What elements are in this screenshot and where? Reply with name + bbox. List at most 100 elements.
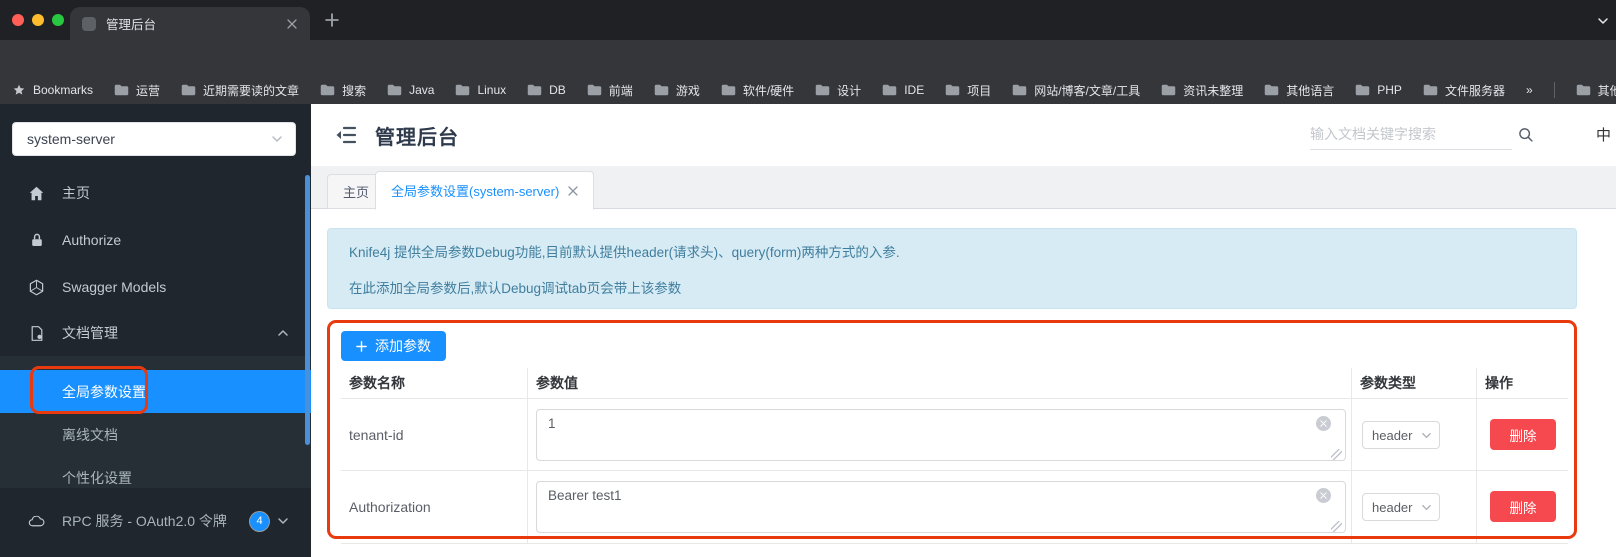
tab-close-icon[interactable] [284, 16, 300, 32]
tab-global-params[interactable]: 全局参数设置(system-server) [375, 171, 594, 210]
document-gear-icon [28, 325, 45, 342]
info-alert: Knife4j 提供全局参数Debug功能,目前默认提供header(请求头)、… [327, 228, 1577, 309]
folder-icon [882, 84, 897, 96]
alert-line: 在此添加全局参数后,默认Debug调试tab页会带上该参数 [349, 281, 1555, 297]
sidebar-item-offline-doc[interactable]: 离线文档 [0, 413, 311, 456]
folder-icon [1161, 84, 1176, 96]
model-hexagon-icon [28, 279, 45, 296]
delete-button[interactable]: 删除 [1490, 419, 1556, 450]
sidebar-scrollbar[interactable] [305, 175, 310, 445]
bookmarks-overflow-chevron[interactable]: » [1526, 83, 1533, 97]
clear-input-icon[interactable] [1316, 416, 1331, 431]
menu-fold-icon[interactable] [335, 125, 357, 145]
bookmark-folder[interactable]: 其他语言 [1264, 82, 1334, 99]
chevron-down-icon[interactable] [1596, 15, 1610, 27]
params-table: 参数名称 参数值 参数类型 操作 tenant-id 1 header [341, 368, 1568, 544]
count-badge: 4 [250, 512, 269, 531]
language-toggle[interactable]: 中 [1596, 124, 1611, 145]
bookmark-folder[interactable]: 前端 [587, 82, 633, 99]
main-header: 管理后台 中 [311, 104, 1616, 166]
lock-icon [28, 232, 45, 249]
screen: 管理后台 127.0.0.1:48080/doc.html#/documentM… [0, 0, 1616, 557]
add-param-button[interactable]: 添加参数 [341, 331, 446, 361]
browser-tab[interactable]: 管理后台 [70, 7, 310, 40]
browser-toolbar: 127.0.0.1:48080/doc.html#/documentManage… [0, 40, 1616, 76]
bookmark-item[interactable]: Bookmarks [12, 83, 93, 97]
folder-icon [114, 84, 129, 96]
delete-button[interactable]: 删除 [1490, 491, 1556, 522]
star-icon [12, 83, 26, 97]
bookmark-folder[interactable]: DB [527, 83, 566, 97]
doc-search-input[interactable] [1310, 118, 1512, 150]
folder-icon [815, 84, 830, 96]
bookmark-folder[interactable]: 资讯未整理 [1161, 82, 1243, 99]
close-icon[interactable] [568, 186, 578, 196]
bookmark-folder[interactable]: 运营 [114, 82, 160, 99]
table-row: Authorization Bearer test1 header 删除 [341, 471, 1568, 544]
new-tab-button[interactable] [324, 12, 340, 28]
traffic-minimize-button[interactable] [32, 14, 44, 26]
bookmark-folder[interactable]: 文件服务器 [1423, 82, 1505, 99]
bookmark-folder[interactable]: 项目 [945, 82, 991, 99]
chevron-down-icon [277, 515, 289, 527]
bookmark-folder[interactable]: IDE [882, 83, 924, 97]
folder-icon [654, 84, 669, 96]
search-icon[interactable] [1517, 126, 1534, 143]
col-header-name: 参数名称 [341, 368, 528, 398]
traffic-close-button[interactable] [12, 14, 24, 26]
bookmarks-divider [1554, 82, 1555, 98]
clear-input-icon[interactable] [1316, 488, 1331, 503]
folder-icon [1423, 84, 1438, 96]
param-type-select[interactable]: header [1362, 421, 1440, 449]
sidebar-item-authorize[interactable]: Authorize [0, 219, 311, 261]
param-type-select[interactable]: header [1362, 493, 1440, 521]
other-bookmarks-folder[interactable]: 其他书签 [1576, 82, 1616, 99]
bookmark-folder[interactable]: PHP [1355, 83, 1402, 97]
cloud-icon [28, 513, 45, 530]
sidebar-item-global-params[interactable]: 全局参数设置 [0, 370, 311, 413]
app-sidebar: system-server 主页 Authorize Swagger Model… [0, 104, 311, 557]
alert-line: Knife4j 提供全局参数Debug功能,目前默认提供header(请求头)、… [349, 245, 1555, 261]
bookmark-folder[interactable]: 软件/硬件 [721, 82, 794, 99]
bookmark-folder[interactable]: 搜索 [320, 82, 366, 99]
folder-icon [1264, 84, 1279, 96]
home-icon [28, 185, 45, 202]
table-header-row: 参数名称 参数值 参数类型 操作 [341, 368, 1568, 399]
bookmark-folder[interactable]: Linux [455, 83, 506, 97]
folder-icon [945, 84, 960, 96]
chevron-down-icon [271, 133, 283, 145]
doc-manager-submenu: 全局参数设置 离线文档 个性化设置 [0, 356, 311, 488]
bookmark-folder[interactable]: Java [387, 83, 434, 97]
col-header-type: 参数类型 [1352, 368, 1477, 398]
sidebar-item-swagger-models[interactable]: Swagger Models [0, 266, 311, 308]
browser-tabstrip: 管理后台 [0, 0, 1616, 40]
bookmark-folder[interactable]: 网站/博客/文章/工具 [1012, 82, 1140, 99]
sidebar-item-home[interactable]: 主页 [0, 172, 311, 214]
tab-favicon-icon [82, 17, 96, 31]
traffic-zoom-button[interactable] [52, 14, 64, 26]
folder-icon [721, 84, 736, 96]
chevron-down-icon [1421, 502, 1432, 513]
bookmark-folder[interactable]: 游戏 [654, 82, 700, 99]
resize-handle[interactable] [1331, 449, 1342, 460]
bookmarks-bar: Bookmarks 运营 近期需要读的文章 搜索 Java Linux DB 前… [0, 76, 1616, 104]
resize-handle[interactable] [1331, 521, 1342, 532]
table-row: tenant-id 1 header 删除 [341, 399, 1568, 471]
service-select[interactable]: system-server [12, 122, 296, 156]
sidebar-item-personalize[interactable]: 个性化设置 [0, 456, 311, 499]
plus-icon [356, 341, 367, 352]
col-header-value: 参数值 [528, 368, 1352, 398]
sidebar-item-rpc-service[interactable]: RPC 服务 - OAuth2.0 令牌 4 [0, 499, 311, 543]
tab-title: 管理后台 [106, 14, 284, 33]
sidebar-item-doc-manager[interactable]: 文档管理 [0, 312, 311, 354]
bookmark-folder[interactable]: 设计 [815, 82, 861, 99]
param-name: tenant-id [341, 399, 528, 470]
content-tabbar: 主页 全局参数设置(system-server) [311, 166, 1616, 209]
bookmark-folder[interactable]: 近期需要读的文章 [181, 82, 299, 99]
folder-icon [527, 84, 542, 96]
folder-icon [455, 84, 470, 96]
param-value-textarea[interactable]: Bearer test1 [536, 481, 1346, 533]
param-value-textarea[interactable]: 1 [536, 409, 1346, 461]
folder-icon [387, 84, 402, 96]
service-select-value: system-server [27, 131, 271, 147]
